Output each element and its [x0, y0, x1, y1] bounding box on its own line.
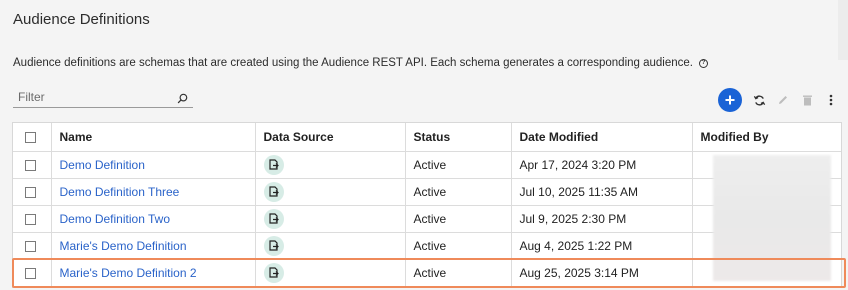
date-modified-cell: Jul 9, 2025 2:30 PM [511, 205, 693, 233]
date-modified-cell: Apr 17, 2024 3:20 PM [511, 151, 693, 179]
date-modified-cell: Aug 25, 2025 3:14 PM [511, 259, 693, 287]
definitions-table: Name Data Source Status Date Modified Mo… [12, 122, 842, 288]
page-title: Audience Definitions [13, 11, 150, 28]
filter-input[interactable] [13, 87, 173, 107]
filter-field[interactable] [13, 87, 193, 108]
column-header-status[interactable]: Status [405, 123, 512, 152]
redacted-modified-by [713, 155, 831, 281]
scrollbar[interactable] [838, 0, 848, 60]
add-icon [725, 95, 735, 105]
row-checkbox[interactable] [25, 267, 36, 279]
column-header-date-modified[interactable]: Date Modified [511, 123, 693, 152]
select-all-checkbox[interactable] [25, 132, 36, 144]
definition-name-link[interactable]: Demo Definition [60, 158, 145, 172]
edit-icon[interactable] [776, 93, 790, 107]
status-cell: Active [405, 259, 512, 287]
more-vertical-icon[interactable] [824, 93, 838, 107]
column-header-modified-by[interactable]: Modified By [692, 123, 841, 152]
data-source-icon [263, 262, 284, 283]
row-checkbox[interactable] [25, 159, 36, 171]
definition-name-link[interactable]: Marie's Demo Definition [60, 239, 187, 253]
page-description: Audience definitions are schemas that ar… [13, 57, 708, 69]
delete-icon[interactable] [800, 93, 814, 107]
table-header-row: Name Data Source Status Date Modified Mo… [13, 123, 841, 152]
date-modified-cell: Jul 10, 2025 11:35 AM [511, 178, 693, 206]
row-checkbox[interactable] [25, 186, 36, 198]
description-text: Audience definitions are schemas that ar… [13, 57, 693, 69]
row-checkbox[interactable] [25, 213, 36, 225]
date-modified-cell: Aug 4, 2025 1:22 PM [511, 232, 693, 260]
status-cell: Active [405, 178, 512, 206]
add-button[interactable] [718, 88, 742, 112]
row-checkbox[interactable] [25, 240, 36, 252]
status-cell: Active [405, 232, 512, 260]
search-icon[interactable] [177, 91, 188, 109]
status-cell: Active [405, 151, 512, 179]
data-source-icon [263, 208, 284, 229]
column-header-name[interactable]: Name [51, 123, 256, 152]
status-cell: Active [405, 205, 512, 233]
data-source-icon [263, 181, 284, 202]
help-icon[interactable]: ? [699, 58, 708, 68]
data-source-icon [263, 235, 284, 256]
definition-name-link[interactable]: Demo Definition Three [60, 185, 180, 199]
toolbar [718, 88, 838, 112]
definition-name-link[interactable]: Demo Definition Two [60, 212, 171, 226]
data-source-icon [263, 154, 284, 175]
select-all-cell[interactable] [13, 123, 52, 152]
column-header-data-source[interactable]: Data Source [255, 123, 406, 152]
refresh-icon[interactable] [752, 93, 766, 107]
definition-name-link[interactable]: Marie's Demo Definition 2 [60, 266, 197, 280]
